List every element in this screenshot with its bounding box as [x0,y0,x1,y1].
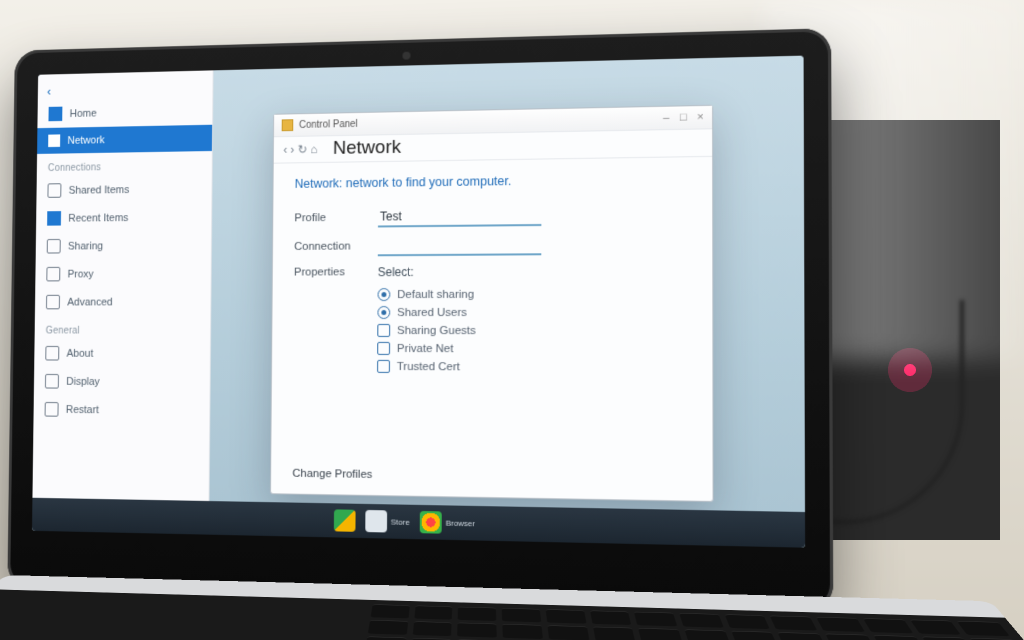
sidebar-item[interactable]: Advanced [35,288,211,316]
settings-sidebar: ‹ Home Network Connections Shared Items … [32,70,213,501]
home-icon [48,107,62,122]
list-icon [46,295,60,309]
laptop: ‹ Home Network Connections Shared Items … [7,28,833,611]
field-row-connection: Connection [294,234,689,257]
list-icon [45,374,59,389]
properties-hint: Select: [378,265,414,279]
option-label: Private Net [397,342,454,354]
sidebar-item[interactable]: Proxy [35,259,211,288]
field-row-profile: Profile [294,204,689,228]
list-icon [47,239,61,254]
taskbar-app-icon[interactable] [334,509,356,531]
sidebar-item[interactable]: Shared Items [36,174,211,204]
list-icon [47,211,61,226]
taskbar-browser-icon[interactable] [420,511,442,534]
nav-glyphs[interactable]: ‹ › ↻ ⌂ [283,142,317,156]
option-label: Trusted Cert [397,360,460,372]
radio-icon [377,306,390,319]
laptop-screen: ‹ Home Network Connections Shared Items … [32,56,805,548]
sidebar-item-label: Shared Items [69,184,130,196]
option-label: Sharing Guests [397,324,476,336]
keyboard-keys [362,604,1024,640]
sidebar-item-network[interactable]: Network [37,125,212,154]
taskbar-label: Store [391,517,410,526]
sidebar-item[interactable]: Display [34,367,210,396]
sidebar-item[interactable]: About [34,339,210,368]
checkbox-icon [377,342,390,355]
option-label: Shared Users [397,306,467,318]
dialog-footer-link[interactable]: Change Profiles [292,468,372,481]
connection-input[interactable] [378,235,542,256]
sidebar-item[interactable]: Sharing [36,231,211,260]
option-row[interactable]: Private Net [377,342,689,356]
list-icon [45,402,59,417]
sidebar-item-label: Sharing [68,240,103,252]
option-row[interactable]: Sharing Guests [377,324,689,338]
properties-row: Properties Select: [294,264,689,280]
sidebar-item[interactable]: Restart [33,395,209,425]
maximize-button[interactable]: □ [680,111,687,123]
window-icon [282,119,294,131]
scene-photo: ‹ Home Network Connections Shared Items … [0,0,1024,640]
option-row[interactable]: Default sharing [378,287,690,301]
sidebar-item-label: Advanced [67,296,112,308]
field-label: Connection [294,240,378,252]
profile-input[interactable] [378,206,541,228]
list-icon [45,346,59,361]
network-dialog: Control Panel – □ × ‹ › ↻ ⌂ Network Netw… [270,105,714,502]
field-label: Profile [294,212,378,225]
option-row[interactable]: Shared Users [377,306,689,319]
dialog-title-text: Control Panel [299,118,358,130]
radio-icon [378,288,391,301]
dialog-heading: Network [333,137,401,160]
sidebar-item-label: Display [66,376,100,388]
list-icon [46,267,60,282]
sidebar-item-label: About [67,347,94,359]
sidebar-group-head: General [35,316,211,340]
list-icon [47,183,61,198]
dialog-body: Network: network to find your computer. … [272,157,713,390]
option-label: Default sharing [397,288,474,300]
sidebar-item-home[interactable]: Home [37,97,212,129]
minimize-button[interactable]: – [663,112,669,124]
sidebar-group-head: Connections [37,151,212,177]
checkbox-icon [377,360,390,373]
desktop: ‹ Home Network Connections Shared Items … [32,56,805,548]
dialog-subtitle: Network: network to find your computer. [295,172,690,191]
network-icon [48,134,60,147]
close-button[interactable]: × [697,111,704,123]
sidebar-item-label: Recent Items [68,212,128,224]
sidebar-item-label: Restart [66,404,99,416]
properties-label: Properties [294,266,378,278]
sidebar-item-label: Proxy [68,268,94,280]
taskbar-store-icon[interactable] [365,510,387,533]
sidebar-item-label: Home [70,107,97,119]
sidebar-item-label: Network [67,134,104,146]
sidebar-item[interactable]: Recent Items [36,203,211,233]
option-row[interactable]: Trusted Cert [377,360,689,375]
taskbar-label: Browser [446,518,475,528]
checkbox-icon [377,324,390,337]
